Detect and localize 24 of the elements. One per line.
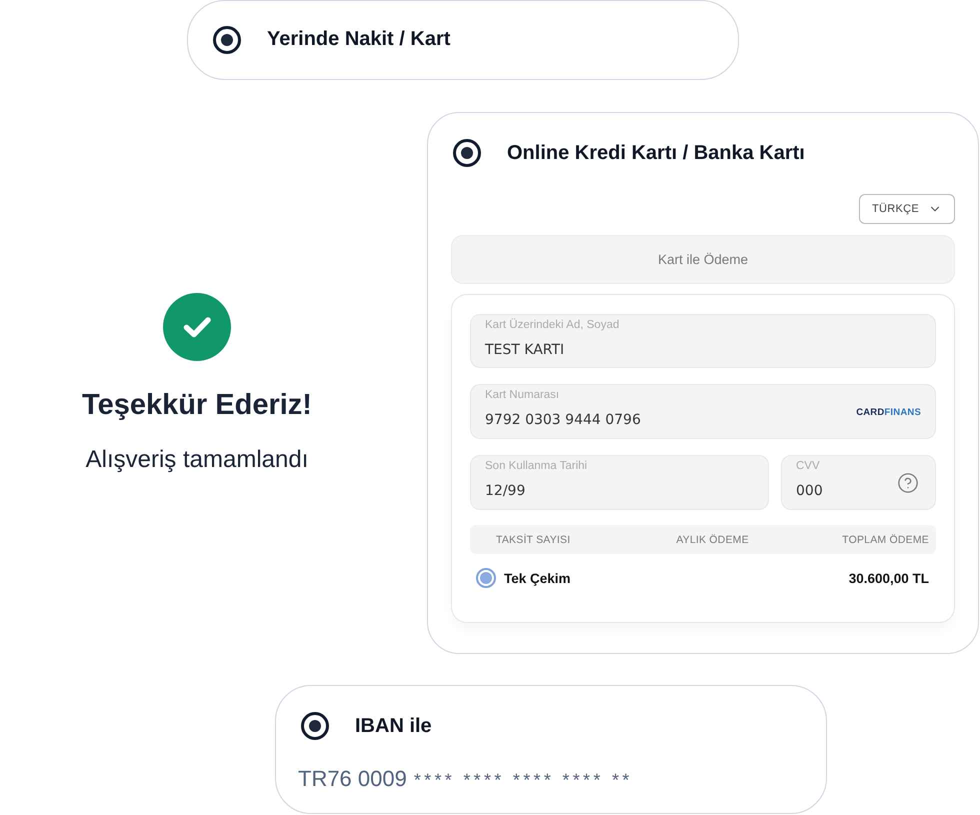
column-header: TOPLAM ÖDEME <box>842 534 929 546</box>
column-header: TAKSİT SAYISI <box>496 534 570 546</box>
option-label: Yerinde Nakit / Kart <box>267 28 450 51</box>
installment-label: Tek Çekim <box>504 570 571 586</box>
input-field[interactable]: Kart Numarası 9792 0303 9444 0796 CARDFINANS <box>470 384 936 439</box>
payment-method-tab[interactable]: Kart ile Ödeme <box>451 235 955 284</box>
radio-button[interactable] <box>301 712 329 740</box>
installment-radio[interactable] <box>476 568 496 588</box>
success-message: Alışveriş tamamlandı <box>86 446 308 474</box>
radio-button[interactable] <box>213 26 241 54</box>
card-brand-logo: CARDFINANS <box>856 407 921 418</box>
input-field[interactable]: Son Kullanma Tarihi 12/99 <box>470 455 769 510</box>
option-label: Online Kredi Kartı / Banka Kartı <box>507 142 805 164</box>
radio-button[interactable] <box>453 139 481 167</box>
language-select[interactable]: TÜRKÇE <box>859 194 955 224</box>
success-check-icon <box>163 292 231 360</box>
option-label: IBAN ile <box>355 714 432 738</box>
installment-total: 30.600,00 TL <box>848 570 929 586</box>
input-field[interactable]: CVV 000 <box>781 455 936 510</box>
column-header: AYLIK ÖDEME <box>676 534 749 546</box>
success-title: Teşekkür Ederiz! <box>82 388 312 422</box>
iban-number: TR76 0009 **** **** **** **** ** <box>298 766 633 792</box>
help-icon[interactable] <box>897 472 919 494</box>
input-field[interactable]: Kart Üzerindeki Ad, Soyad TEST KARTI <box>470 314 936 368</box>
